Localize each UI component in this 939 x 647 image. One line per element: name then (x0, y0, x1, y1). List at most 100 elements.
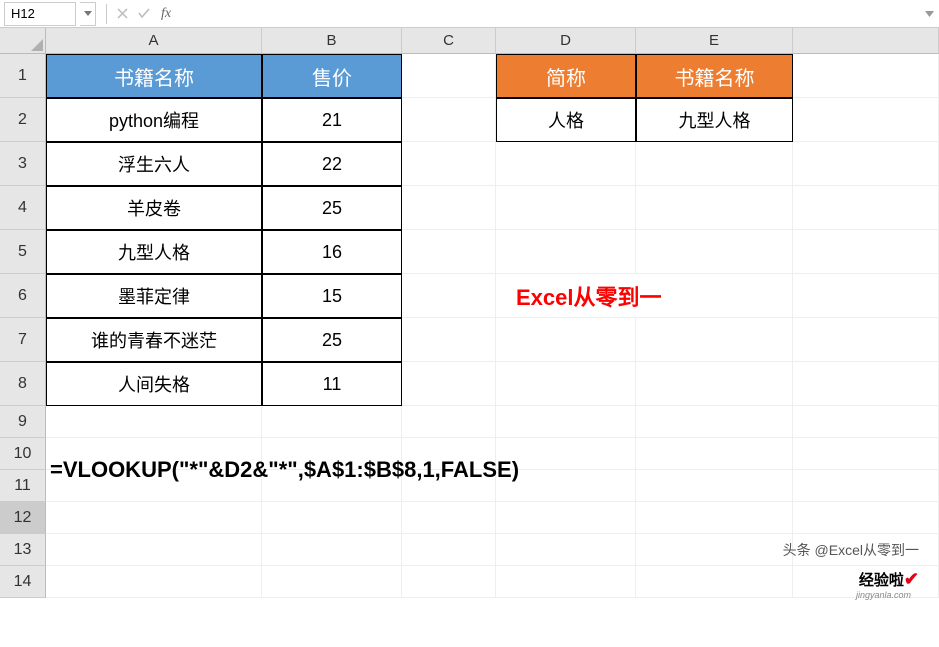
cell-B4[interactable]: 25 (262, 186, 402, 230)
cell-E12[interactable] (636, 502, 793, 534)
col-header-C[interactable]: C (402, 28, 496, 54)
cell-D1[interactable]: 简称 (496, 54, 636, 98)
cancel-formula-button[interactable] (111, 3, 133, 25)
cell-A8[interactable]: 人间失格 (46, 362, 262, 406)
cell-C9[interactable] (402, 406, 496, 438)
row-header-14[interactable]: 14 (0, 566, 46, 598)
confirm-formula-button[interactable] (133, 3, 155, 25)
cell-C5[interactable] (402, 230, 496, 274)
row-header-1[interactable]: 1 (0, 54, 46, 98)
cell-F2[interactable] (793, 98, 939, 142)
cell-B8[interactable]: 11 (262, 362, 402, 406)
cell-D6[interactable]: Excel从零到一 (496, 274, 793, 318)
cell-B7[interactable]: 25 (262, 318, 402, 362)
col-header-E[interactable]: E (636, 28, 793, 54)
cell-A12[interactable] (46, 502, 262, 534)
cell-B14[interactable] (262, 566, 402, 598)
cell-A13[interactable] (46, 534, 262, 566)
cell-A6[interactable]: 墨菲定律 (46, 274, 262, 318)
cell-A2[interactable]: python编程 (46, 98, 262, 142)
col-header-F[interactable] (793, 28, 939, 54)
cell-A4[interactable]: 羊皮卷 (46, 186, 262, 230)
cell-D12[interactable] (496, 502, 636, 534)
cell-C7[interactable] (402, 318, 496, 362)
cell-B3[interactable]: 22 (262, 142, 402, 186)
col-header-B[interactable]: B (262, 28, 402, 54)
cell-A1[interactable]: 书籍名称 (46, 54, 262, 98)
grid-row: 6 墨菲定律 15 Excel从零到一 (0, 274, 939, 318)
grid-row: 10 =VLOOKUP("*"&D2&"*",$A$1:$B$8,1,FALSE… (0, 438, 939, 470)
cell-C1[interactable] (402, 54, 496, 98)
x-icon (117, 8, 128, 19)
cell-A3[interactable]: 浮生六人 (46, 142, 262, 186)
cell-E13[interactable] (636, 534, 793, 566)
row-header-2[interactable]: 2 (0, 98, 46, 142)
cell-D9[interactable] (496, 406, 636, 438)
cell-B2[interactable]: 21 (262, 98, 402, 142)
cell-D8[interactable] (496, 362, 636, 406)
cell-C14[interactable] (402, 566, 496, 598)
cell-C3[interactable] (402, 142, 496, 186)
row-header-8[interactable]: 8 (0, 362, 46, 406)
cell-C12[interactable] (402, 502, 496, 534)
cell-A5[interactable]: 九型人格 (46, 230, 262, 274)
fx-button[interactable]: fx (161, 6, 171, 22)
cell-F12[interactable] (793, 502, 939, 534)
cell-C13[interactable] (402, 534, 496, 566)
cell-B9[interactable] (262, 406, 402, 438)
cell-E8[interactable] (636, 362, 793, 406)
cell-F1[interactable] (793, 54, 939, 98)
row-header-7[interactable]: 7 (0, 318, 46, 362)
cell-F3[interactable] (793, 142, 939, 186)
cell-F9[interactable] (793, 406, 939, 438)
cell-E4[interactable] (636, 186, 793, 230)
cell-E1[interactable]: 书籍名称 (636, 54, 793, 98)
row-header-13[interactable]: 13 (0, 534, 46, 566)
col-header-A[interactable]: A (46, 28, 262, 54)
cell-B12[interactable] (262, 502, 402, 534)
select-all-corner[interactable] (0, 28, 46, 54)
cell-F5[interactable] (793, 230, 939, 274)
formula-input[interactable] (177, 3, 919, 25)
cell-F7[interactable] (793, 318, 939, 362)
cell-E14[interactable] (636, 566, 793, 598)
col-header-D[interactable]: D (496, 28, 636, 54)
name-box-dropdown[interactable] (80, 2, 96, 26)
cell-D2[interactable]: 人格 (496, 98, 636, 142)
name-box[interactable]: H12 (4, 2, 76, 26)
cell-A14[interactable] (46, 566, 262, 598)
cell-C6[interactable] (402, 274, 496, 318)
cell-E7[interactable] (636, 318, 793, 362)
cell-D7[interactable] (496, 318, 636, 362)
cell-B6[interactable]: 15 (262, 274, 402, 318)
cell-D14[interactable] (496, 566, 636, 598)
row-header-6[interactable]: 6 (0, 274, 46, 318)
cell-B5[interactable]: 16 (262, 230, 402, 274)
row-header-9[interactable]: 9 (0, 406, 46, 438)
cell-B13[interactable] (262, 534, 402, 566)
cell-E9[interactable] (636, 406, 793, 438)
row-header-4[interactable]: 4 (0, 186, 46, 230)
row-header-5[interactable]: 5 (0, 230, 46, 274)
cell-A9[interactable] (46, 406, 262, 438)
cell-D4[interactable] (496, 186, 636, 230)
cell-F6[interactable] (793, 274, 939, 318)
cell-E5[interactable] (636, 230, 793, 274)
cell-F8[interactable] (793, 362, 939, 406)
expand-formula-button[interactable] (919, 11, 939, 17)
cell-D3[interactable] (496, 142, 636, 186)
cell-C4[interactable] (402, 186, 496, 230)
cell-D13[interactable] (496, 534, 636, 566)
cell-F11[interactable] (793, 470, 939, 502)
cell-D5[interactable] (496, 230, 636, 274)
cell-F4[interactable] (793, 186, 939, 230)
cell-A7[interactable]: 谁的青春不迷茫 (46, 318, 262, 362)
cell-F10[interactable] (793, 438, 939, 470)
cell-E3[interactable] (636, 142, 793, 186)
cell-C2[interactable] (402, 98, 496, 142)
cell-B1[interactable]: 售价 (262, 54, 402, 98)
row-header-3[interactable]: 3 (0, 142, 46, 186)
cell-C8[interactable] (402, 362, 496, 406)
cell-E2[interactable]: 九型人格 (636, 98, 793, 142)
row-header-12[interactable]: 12 (0, 502, 46, 534)
